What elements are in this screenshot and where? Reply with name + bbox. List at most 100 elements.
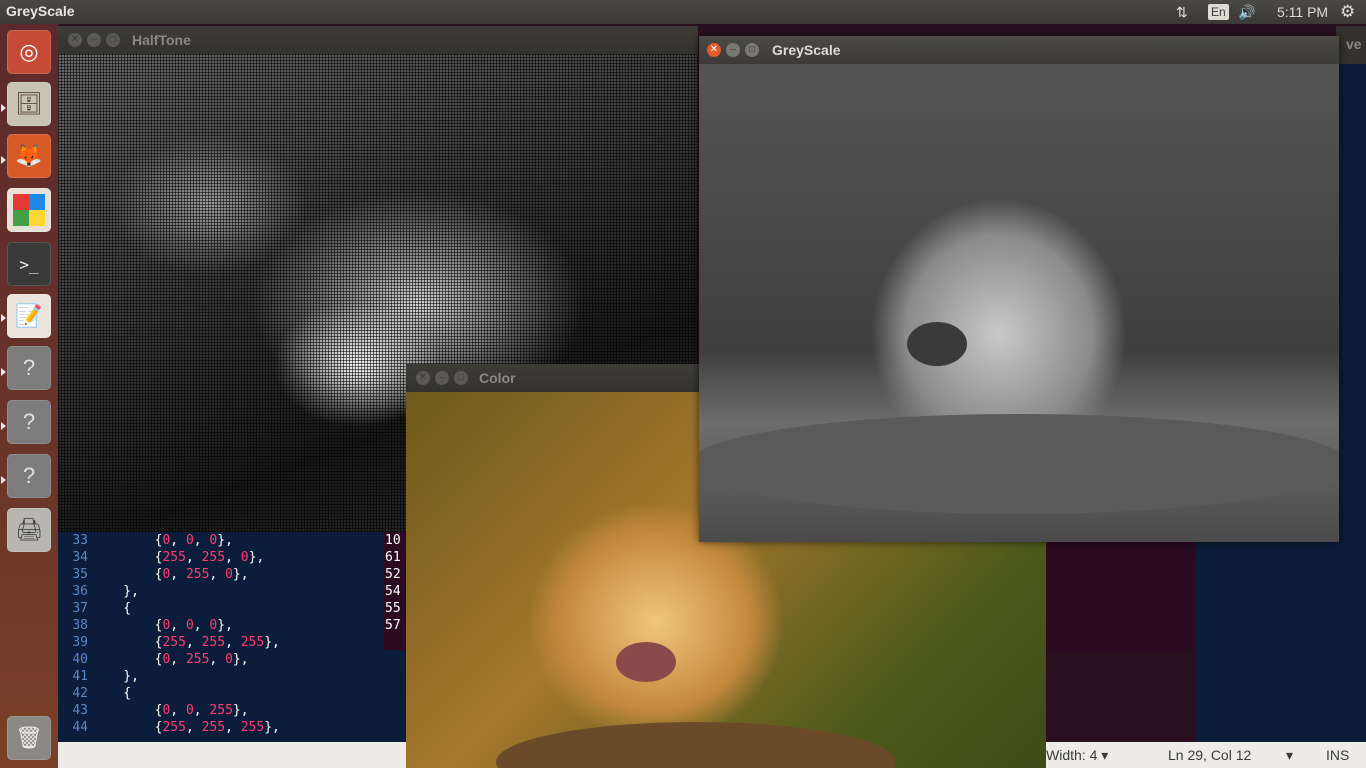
number-literal: 0: [225, 567, 233, 582]
halftone-titlebar[interactable]: ✕ – □ HalfTone: [58, 26, 698, 54]
volume-icon[interactable]: 🔊: [1238, 2, 1255, 22]
terminal-output: 10 61 52 54 55 57: [384, 530, 408, 650]
close-button[interactable]: ✕: [707, 43, 721, 57]
minimize-button[interactable]: –: [435, 371, 449, 385]
launcher: ◎ 🗄 🦊 >_ 📝 ? ? ? 🖨 🗑: [0, 24, 59, 768]
number-literal: 255: [201, 550, 226, 565]
minimize-button[interactable]: –: [726, 43, 740, 57]
number-literal: 0: [225, 652, 233, 667]
number-literal: 0: [209, 533, 218, 548]
editor-right-pane: [1336, 64, 1366, 742]
line-number: 41: [72, 669, 88, 684]
number-literal: 0: [162, 533, 171, 548]
line-number: 37: [72, 601, 88, 616]
firefox-icon[interactable]: 🦊: [7, 134, 51, 178]
line-number: 40: [72, 652, 88, 667]
terminal-line: 57: [385, 618, 401, 633]
tab-width-selector[interactable]: Width: 4 ▾: [1046, 747, 1108, 764]
number-literal: 255: [162, 550, 186, 565]
terminal-background: [1046, 542, 1196, 650]
line-number: 36: [72, 584, 88, 599]
window-title: GreyScale: [772, 42, 841, 58]
number-literal: 0: [185, 703, 194, 718]
unknown-app-icon[interactable]: ?: [7, 454, 51, 498]
greyscale-window: ✕ – □ GreyScale: [699, 36, 1339, 542]
cursor-position: Ln 29, Col 12: [1168, 747, 1252, 763]
line-number: 43: [72, 703, 88, 718]
running-indicator: [1, 104, 6, 112]
code-line: 36 },: [58, 583, 139, 600]
insert-mode: INS: [1326, 747, 1350, 763]
scanner-icon[interactable]: 🖨: [7, 508, 51, 552]
running-indicator: [1, 314, 6, 322]
code-line: 35 {0, 255, 0},: [58, 566, 248, 583]
code-editor[interactable]: 33 {0, 0, 0}, 34 {255, 255, 0}, 35 {0, 255…: [58, 530, 406, 742]
window-title: HalfTone: [132, 32, 191, 48]
line-number: 39: [72, 635, 88, 650]
line-number: 38: [72, 618, 88, 633]
terminal-line: 10: [385, 533, 401, 548]
code-line: 41 },: [58, 668, 139, 685]
line-number: 35: [72, 567, 88, 582]
window-title: ve: [1346, 36, 1362, 52]
clock[interactable]: 5:11 PM: [1277, 2, 1328, 22]
terminal-line: 55: [385, 601, 401, 616]
code-line: 44 {255, 255, 255},: [58, 719, 280, 736]
terminal-line: 61: [385, 550, 401, 565]
line-number: 42: [72, 686, 88, 701]
number-literal: 0: [162, 567, 171, 582]
terminal-icon[interactable]: >_: [7, 242, 51, 286]
active-app-title: GreyScale: [6, 3, 75, 19]
code-line: 34 {255, 255, 0},: [58, 549, 264, 566]
terminal-line: 52: [385, 567, 401, 582]
number-literal: 255: [240, 635, 265, 650]
unknown-app-icon[interactable]: ?: [7, 400, 51, 444]
terminal-line: 54: [385, 584, 401, 599]
greyscale-jaguar-image: [699, 64, 1339, 542]
maximize-button[interactable]: □: [106, 33, 120, 47]
running-indicator: [1, 156, 6, 164]
number-literal: 0: [185, 618, 194, 633]
number-literal: 255: [185, 652, 210, 667]
number-literal: 0: [209, 618, 218, 633]
number-literal: 255: [201, 720, 226, 735]
number-literal: 255: [201, 635, 226, 650]
code-line: 42 {: [58, 685, 131, 702]
line-number: 44: [72, 720, 88, 735]
close-button[interactable]: ✕: [68, 33, 82, 47]
number-literal: 0: [162, 703, 171, 718]
keyboard-language-indicator[interactable]: En: [1208, 4, 1229, 20]
running-indicator: [1, 368, 6, 376]
number-literal: 0: [162, 652, 171, 667]
number-literal: 255: [185, 567, 210, 582]
background-window-titlebar[interactable]: ve: [1336, 26, 1366, 64]
jaguar-features: [699, 322, 1339, 514]
maximize-button[interactable]: □: [454, 371, 468, 385]
ubuntu-logo-icon[interactable]: ◎: [7, 30, 51, 74]
minimize-button[interactable]: –: [87, 33, 101, 47]
chevron-down-icon[interactable]: ▾: [1286, 747, 1293, 764]
number-literal: 255: [162, 635, 186, 650]
gear-icon[interactable]: ⚙: [1340, 2, 1355, 22]
files-icon[interactable]: 🗄: [7, 82, 51, 126]
software-center-icon[interactable]: [7, 188, 51, 232]
maximize-button[interactable]: □: [745, 43, 759, 57]
running-indicator: [1, 476, 6, 484]
line-number: 33: [72, 533, 88, 548]
window-title: Color: [479, 370, 516, 386]
greyscale-titlebar[interactable]: ✕ – □ GreyScale: [699, 36, 1339, 64]
line-number: 34: [72, 550, 88, 565]
text-editor-icon[interactable]: 📝: [7, 294, 51, 338]
editor-background: [1196, 542, 1336, 742]
trash-icon[interactable]: 🗑: [7, 716, 51, 760]
code-line: 40 {0, 255, 0},: [58, 651, 248, 668]
number-literal: 0: [240, 550, 249, 565]
code-line: 33 {0, 0, 0},: [58, 532, 233, 549]
code-line: 39 {255, 255, 255},: [58, 634, 280, 651]
unknown-app-icon[interactable]: ?: [7, 346, 51, 390]
code-line: 43 {0, 0, 255},: [58, 702, 248, 719]
network-updown-icon[interactable]: ⇅: [1176, 2, 1188, 22]
running-indicator: [1, 422, 6, 430]
number-literal: 255: [240, 720, 265, 735]
close-button[interactable]: ✕: [416, 371, 430, 385]
